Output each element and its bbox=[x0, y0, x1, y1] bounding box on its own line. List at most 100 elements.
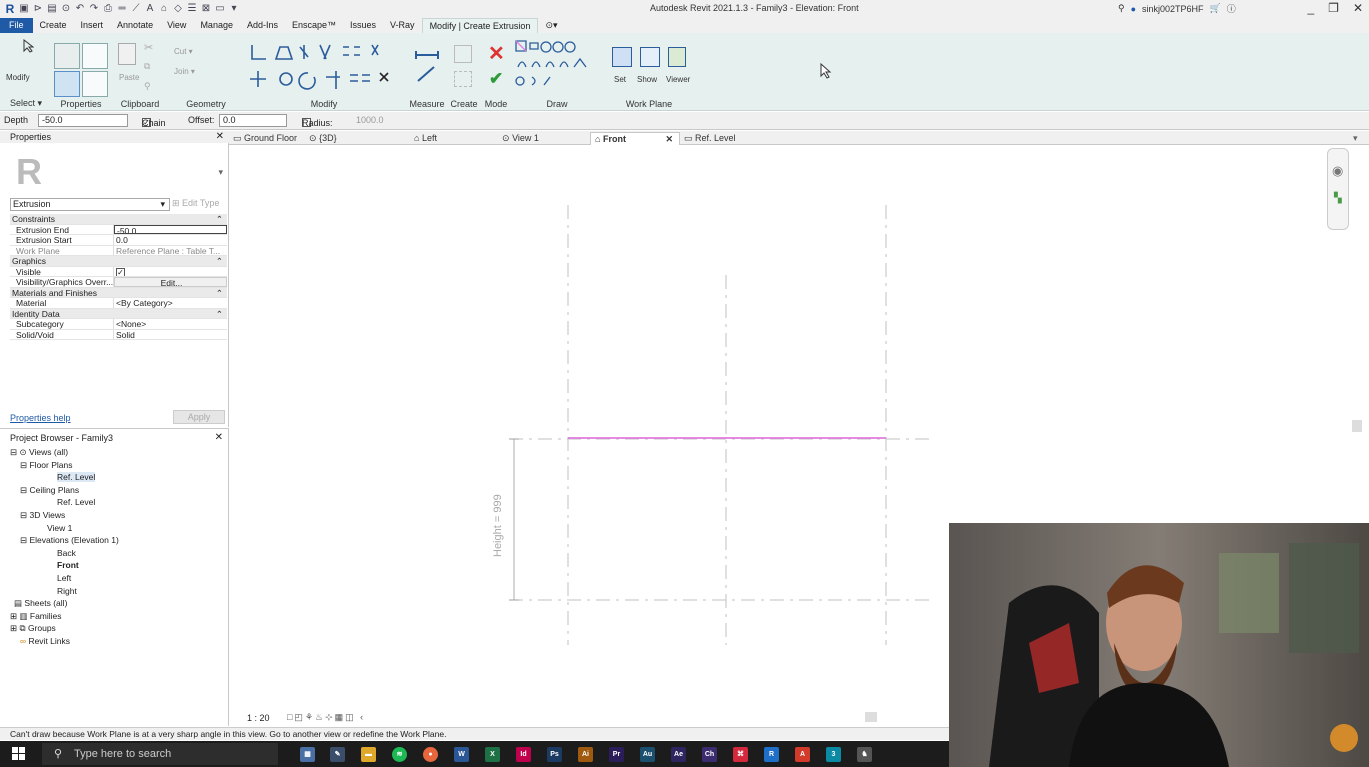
after-effects-icon[interactable]: Ae bbox=[671, 747, 686, 762]
depth-input[interactable]: -50.0 bbox=[38, 114, 128, 127]
tree-node-sheets[interactable]: ▤ Sheets (all) bbox=[10, 597, 119, 610]
character-animator-icon[interactable]: Ch bbox=[702, 747, 717, 762]
tree-node-left[interactable]: Left bbox=[10, 572, 119, 585]
vis-graphics-edit-button[interactable]: Edit... bbox=[114, 277, 227, 287]
subcategory-value[interactable]: <None> bbox=[114, 319, 227, 328]
close-icon[interactable]: ✕ bbox=[1353, 1, 1363, 15]
apply-button[interactable]: Apply bbox=[173, 410, 225, 424]
measure-icon[interactable] bbox=[414, 45, 444, 85]
tab-view[interactable]: View bbox=[160, 18, 193, 33]
view-control-icons[interactable]: □◰⚘♨⊹▦◫ ‹ bbox=[287, 712, 365, 723]
open-icon[interactable]: ⊳ bbox=[32, 3, 44, 15]
visible-checkbox[interactable]: ✓ bbox=[114, 267, 227, 276]
close-icon[interactable]: ✕ bbox=[215, 432, 223, 443]
category-graphics[interactable]: Graphics ⌃ bbox=[10, 256, 227, 267]
user-icon[interactable]: ● bbox=[1131, 4, 1136, 14]
text-icon[interactable]: A bbox=[144, 3, 156, 15]
vertical-scrollbar[interactable] bbox=[1352, 420, 1362, 432]
tab-3d[interactable]: ⊙ {3D} bbox=[309, 132, 337, 145]
tab-issues[interactable]: Issues bbox=[343, 18, 383, 33]
offset-input[interactable]: 0.0 bbox=[219, 114, 287, 127]
modify-tools-icons[interactable] bbox=[248, 41, 398, 97]
extrusion-start-input[interactable]: 0.0 bbox=[114, 235, 227, 244]
category-identity[interactable]: Identity Data ⌃ bbox=[10, 308, 227, 319]
extrusion-end-input[interactable]: -50.0 bbox=[114, 224, 227, 234]
tree-node-floor-ref-level[interactable]: Ref. Level bbox=[10, 471, 119, 484]
material-value[interactable]: <By Category> bbox=[114, 298, 227, 307]
undo-icon[interactable]: ↶ bbox=[74, 3, 86, 15]
help-icon[interactable]: ⓘ bbox=[1227, 2, 1236, 15]
section-icon[interactable]: ◇ bbox=[172, 3, 184, 15]
measure-icon[interactable]: ═ bbox=[116, 3, 128, 15]
minimize-icon[interactable]: _ bbox=[1307, 1, 1314, 15]
firefox-icon[interactable]: ● bbox=[423, 747, 438, 762]
tree-node-revit-links[interactable]: ∞ Revit Links bbox=[10, 635, 119, 648]
autocad-icon[interactable]: A bbox=[795, 747, 810, 762]
instance-filter[interactable]: Extrusion ▾ bbox=[10, 198, 170, 211]
dimension-icon[interactable]: ⟋ bbox=[130, 3, 142, 15]
radius-input[interactable]: 1000.0 bbox=[356, 115, 384, 125]
taskbar-search-input[interactable]: ⚲ Type here to search bbox=[42, 743, 278, 765]
tab-add-ins[interactable]: Add-Ins bbox=[240, 18, 285, 33]
rhino-icon[interactable]: ♞ bbox=[857, 747, 872, 762]
word-icon[interactable]: W bbox=[454, 747, 469, 762]
tab-vray[interactable]: V-Ray bbox=[383, 18, 422, 33]
tree-node-views[interactable]: ⊟ ⊙ Views (all) bbox=[10, 446, 119, 459]
viewer-button[interactable]: Viewer bbox=[666, 75, 690, 84]
calculator-icon[interactable]: ▦ bbox=[300, 747, 315, 762]
tab-manage[interactable]: Manage bbox=[193, 18, 240, 33]
3dsmax-icon[interactable]: 3 bbox=[826, 747, 841, 762]
customize-qat-icon[interactable]: ▾ bbox=[228, 3, 240, 15]
tab-create[interactable]: Create bbox=[33, 18, 74, 33]
indesign-icon[interactable]: Id bbox=[516, 747, 531, 762]
properties-icon[interactable] bbox=[54, 71, 80, 97]
show-work-plane-icon[interactable] bbox=[640, 47, 660, 67]
snipping-icon[interactable]: ✎ bbox=[330, 747, 345, 762]
category-constraints[interactable]: Constraints ⌃ bbox=[10, 214, 227, 225]
sync-icon[interactable]: ⊙ bbox=[60, 3, 72, 15]
height-dimension-label[interactable]: Height = 999 bbox=[492, 494, 504, 557]
tab-file[interactable]: File bbox=[0, 18, 33, 33]
save-icon[interactable]: ▤ bbox=[46, 3, 58, 15]
tree-node-floor-plans[interactable]: ⊟ Floor Plans bbox=[10, 459, 119, 472]
windows-start-icon[interactable] bbox=[12, 747, 26, 761]
premiere-icon[interactable]: Pr bbox=[609, 747, 624, 762]
acrobat-icon[interactable]: ⌘ bbox=[733, 747, 748, 762]
pointer-icon[interactable] bbox=[22, 39, 34, 53]
modify-button[interactable]: Modify bbox=[6, 73, 30, 82]
cancel-edit-mode-icon[interactable]: ✕ bbox=[488, 41, 505, 66]
cut-icon[interactable]: ✂ bbox=[144, 41, 153, 54]
join-geometry-button[interactable]: Join ▾ bbox=[174, 67, 195, 76]
binoculars-icon[interactable]: ⚲ bbox=[1118, 3, 1125, 14]
tree-node-families[interactable]: ⊞ ▥ Families bbox=[10, 610, 119, 623]
restore-icon[interactable]: ❐ bbox=[1328, 1, 1339, 15]
revit-logo-icon[interactable]: R bbox=[4, 3, 16, 15]
create-similar-icon[interactable] bbox=[454, 45, 472, 63]
match-type-icon[interactable]: ⚲ bbox=[144, 81, 151, 92]
tree-node-view-1[interactable]: View 1 bbox=[10, 522, 119, 535]
show-button[interactable]: Show bbox=[637, 75, 657, 84]
cart-icon[interactable]: 🛒 bbox=[1210, 3, 1221, 14]
family-types-icon[interactable] bbox=[82, 43, 108, 69]
create-group-icon[interactable] bbox=[454, 71, 472, 87]
tab-left[interactable]: ⌂ Left bbox=[414, 132, 437, 145]
edit-type-button[interactable]: ⊞ Edit Type bbox=[172, 198, 219, 209]
finish-edit-mode-icon[interactable]: ✔ bbox=[489, 69, 503, 89]
thin-lines-icon[interactable]: ☰ bbox=[186, 3, 198, 15]
select-panel-label[interactable]: Select ▾ bbox=[0, 98, 52, 109]
audition-icon[interactable]: Au bbox=[640, 747, 655, 762]
copy-icon[interactable]: ⧉ bbox=[144, 61, 150, 72]
type-selector[interactable]: R ▾ bbox=[10, 149, 227, 195]
family-category-icon[interactable] bbox=[82, 71, 108, 97]
category-materials[interactable]: Materials and Finishes ⌃ bbox=[10, 287, 227, 298]
user-name[interactable]: sinkj002TP6HF bbox=[1142, 4, 1204, 14]
3d-view-icon[interactable]: ⌂ bbox=[158, 3, 170, 15]
tab-enscape[interactable]: Enscape™ bbox=[285, 18, 343, 33]
tab-modify-create-extrusion[interactable]: Modify | Create Extrusion bbox=[421, 18, 539, 33]
tab-ref-level[interactable]: ▭ Ref. Level bbox=[684, 132, 736, 145]
tree-node-3d-views[interactable]: ⊟ 3D Views bbox=[10, 509, 119, 522]
tab-annotate[interactable]: Annotate bbox=[110, 18, 160, 33]
switch-windows-icon[interactable]: ▭ bbox=[214, 3, 226, 15]
spotify-icon[interactable]: ≋ bbox=[392, 747, 407, 762]
zoom-icon[interactable]: ▚ bbox=[1334, 193, 1342, 204]
